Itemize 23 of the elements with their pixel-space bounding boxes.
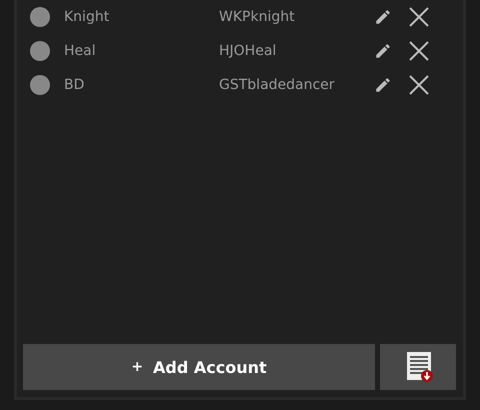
- close-icon: [408, 6, 430, 28]
- close-icon: [408, 40, 430, 62]
- export-button[interactable]: [380, 344, 456, 390]
- edit-button[interactable]: [374, 76, 392, 94]
- pencil-icon: [374, 42, 392, 60]
- account-name: HJOHeal: [219, 42, 278, 58]
- close-icon: [408, 74, 430, 96]
- account-label: Heal: [64, 42, 97, 58]
- status-dot: [30, 40, 50, 60]
- account-label: BD: [64, 76, 86, 92]
- delete-button[interactable]: [408, 74, 430, 96]
- add-account-button[interactable]: + Add Account: [23, 344, 375, 390]
- status-dot: [30, 6, 50, 26]
- delete-button[interactable]: [408, 6, 430, 28]
- pencil-icon: [374, 8, 392, 26]
- status-dot: [30, 74, 50, 94]
- account-name: GSTbladedancer: [219, 76, 336, 92]
- account-name: WKPknight: [219, 8, 296, 24]
- delete-button[interactable]: [408, 40, 430, 62]
- edit-button[interactable]: [374, 8, 392, 26]
- pencil-icon: [374, 76, 392, 94]
- account-label: Knight: [64, 8, 110, 24]
- edit-button[interactable]: [374, 42, 392, 60]
